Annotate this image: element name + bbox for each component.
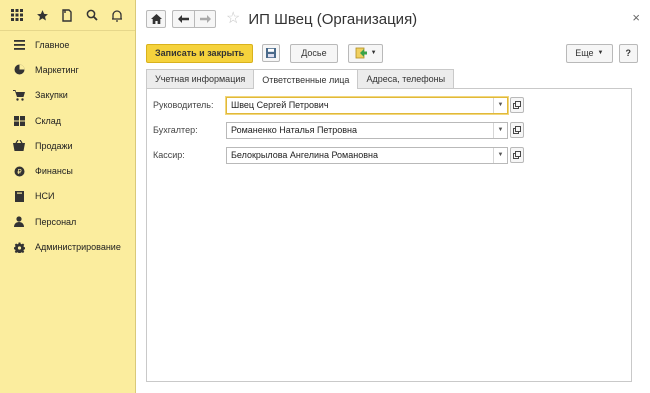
accountant-value: Романенко Наталья Петровна (231, 125, 358, 135)
forward-button[interactable] (194, 10, 216, 28)
cashier-value: Белокрылова Ангелина Романовна (231, 150, 378, 160)
dropdown-arrow-icon[interactable]: ▼ (493, 147, 507, 163)
arrow-right-icon (199, 15, 211, 23)
open-cashier-button[interactable] (510, 147, 524, 163)
sidebar-item-purchases[interactable]: Закупки (0, 83, 135, 108)
sidebar-item-nsi[interactable]: НСИ (0, 184, 135, 209)
book-icon (12, 189, 26, 203)
tab-addresses-phones[interactable]: Адреса, телефоны (357, 69, 455, 88)
open-accountant-button[interactable] (510, 122, 524, 138)
sidebar-item-marketing[interactable]: Маркетинг (0, 57, 135, 82)
sidebar-item-label: Продажи (35, 140, 73, 151)
command-bar: Записать и закрыть Досье ▼ Еще ▼ ? (146, 43, 638, 63)
save-button[interactable] (262, 44, 281, 62)
link-icon (513, 126, 521, 134)
open-head-button[interactable] (510, 97, 524, 113)
cashier-field[interactable]: Белокрылова Ангелина Романовна ▼ (226, 146, 508, 164)
more-menu-button[interactable]: Еще ▼ (566, 43, 613, 63)
sidebar-item-label: НСИ (35, 191, 55, 202)
floppy-disk-icon (266, 48, 277, 58)
sidebar-item-label: Главное (35, 39, 70, 50)
close-icon[interactable]: × (632, 10, 640, 25)
sidebar-item-label: Финансы (35, 166, 73, 177)
tab-responsible-persons[interactable]: Ответственные лица (253, 69, 359, 89)
sales-basket-icon (12, 139, 26, 153)
gear-icon (12, 240, 26, 254)
dropdown-arrow-icon[interactable]: ▼ (493, 122, 507, 138)
sidebar-item-sales[interactable]: Продажи (0, 133, 135, 158)
back-button[interactable] (172, 10, 194, 28)
sidebar-item-label: Маркетинг (35, 64, 79, 75)
cart-icon (12, 88, 26, 102)
dropdown-arrow-icon[interactable]: ▼ (493, 97, 507, 113)
favorites-star-icon[interactable] (31, 4, 53, 26)
warehouse-icon (12, 114, 26, 128)
chevron-down-icon: ▼ (597, 50, 604, 56)
link-icon (513, 101, 521, 109)
more-label: Еще (575, 48, 594, 58)
help-button[interactable]: ? (618, 43, 638, 63)
accountant-label: Бухгалтер: (153, 125, 198, 135)
sidebar-item-label: Склад (35, 115, 62, 126)
tab-content-panel: Руководитель: Швец Сергей Петрович ▼ Бух… (146, 88, 632, 382)
svg-text:₽: ₽ (17, 168, 22, 176)
coins-icon: ₽ (12, 164, 26, 178)
head-label: Руководитель: (153, 100, 214, 110)
chevron-down-icon: ▼ (370, 50, 377, 56)
accountant-row: Бухгалтер: Романенко Наталья Петровна ▼ (153, 120, 524, 140)
sidebar-item-warehouse[interactable]: Склад (0, 108, 135, 133)
tab-account-info[interactable]: Учетная информация (146, 69, 255, 88)
sidebar-item-main[interactable]: Главное (0, 32, 135, 57)
person-icon (12, 215, 26, 229)
cashier-label: Кассир: (153, 150, 185, 160)
sidebar-item-administration[interactable]: Администрирование (0, 234, 135, 259)
dossier-button[interactable]: Досье (290, 43, 338, 63)
notifications-bell-icon[interactable] (106, 4, 128, 26)
sidebar-item-label: Администрирование (35, 242, 121, 253)
sidebar-item-label: Закупки (35, 90, 68, 101)
menu-lines-icon (12, 38, 26, 52)
head-field[interactable]: Швец Сергей Петрович ▼ (226, 96, 508, 114)
accountant-field[interactable]: Романенко Наталья Петровна ▼ (226, 121, 508, 139)
arrow-left-icon (178, 15, 189, 23)
cashier-row: Кассир: Белокрылова Ангелина Романовна ▼ (153, 145, 524, 165)
form-window: ☆ ИП Швец (Организация) × Записать и зак… (140, 0, 650, 393)
page-title: ИП Швец (Организация) (248, 10, 418, 28)
sidebar: Главное Маркетинг Закупки Склад Продажи (0, 0, 136, 393)
sidebar-item-finance[interactable]: ₽ Финансы (0, 158, 135, 183)
print-menu-button[interactable]: ▼ (347, 43, 383, 63)
favorite-star-icon[interactable]: ☆ (226, 11, 240, 27)
sidebar-toolbar (0, 0, 135, 31)
sidebar-item-personnel[interactable]: Персонал (0, 209, 135, 234)
home-icon (150, 14, 162, 24)
document-green-arrow-icon (355, 47, 367, 59)
head-row: Руководитель: Швец Сергей Петрович ▼ (153, 95, 524, 115)
tab-bar: Учетная информация Ответственные лица Ад… (146, 69, 455, 89)
sidebar-nav: Главное Маркетинг Закупки Склад Продажи (0, 31, 135, 260)
history-icon[interactable] (56, 4, 78, 26)
sidebar-item-label: Персонал (35, 216, 77, 227)
head-value: Швец Сергей Петрович (231, 100, 329, 110)
link-icon (513, 151, 521, 159)
save-and-close-button[interactable]: Записать и закрыть (146, 43, 254, 63)
history-navigation (172, 10, 216, 28)
search-icon[interactable] (81, 4, 103, 26)
home-button[interactable] (146, 10, 166, 28)
marketing-icon (12, 63, 26, 77)
apps-grid-icon[interactable] (6, 4, 28, 26)
title-bar: ☆ ИП Швец (Организация) × (146, 8, 644, 30)
